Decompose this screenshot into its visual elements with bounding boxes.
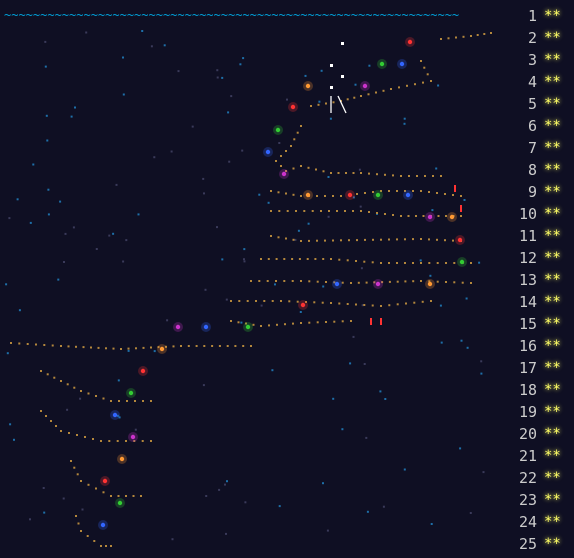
calendar-day-row[interactable]: 3 ** xyxy=(0,49,574,71)
calendar-day-row[interactable]: 12 ** xyxy=(0,247,574,269)
day-stars: ** xyxy=(544,294,561,310)
day-number: 14 xyxy=(518,293,537,311)
day-stars: ** xyxy=(544,30,561,46)
day-number: 6 xyxy=(527,117,537,135)
calendar-day-row[interactable]: 18 ** xyxy=(0,379,574,401)
day-number: 19 xyxy=(518,403,537,421)
day-stars: ** xyxy=(544,118,561,134)
calendar-day-row[interactable]: 22 ** xyxy=(0,467,574,489)
day-number: 21 xyxy=(518,447,537,465)
day-number: 17 xyxy=(518,359,537,377)
day-number: 7 xyxy=(527,139,537,157)
day-number: 22 xyxy=(518,469,537,487)
day-number: 1 xyxy=(527,7,537,25)
day-number: 18 xyxy=(518,381,537,399)
day-stars: ** xyxy=(544,8,561,24)
day-stars: ** xyxy=(544,426,561,442)
calendar-day-row[interactable]: 15 ** xyxy=(0,313,574,335)
calendar-day-row[interactable]: 16 ** xyxy=(0,335,574,357)
calendar-day-row[interactable]: 25 ** xyxy=(0,533,574,555)
day-stars: ** xyxy=(544,184,561,200)
day-stars: ** xyxy=(544,492,561,508)
calendar-day-row[interactable]: 13 ** xyxy=(0,269,574,291)
calendar-day-row[interactable]: 20 ** xyxy=(0,423,574,445)
day-number: 9 xyxy=(527,183,537,201)
day-number: 5 xyxy=(527,95,537,113)
day-number: 4 xyxy=(527,73,537,91)
day-stars: ** xyxy=(544,470,561,486)
calendar-day-row[interactable]: 24 ** xyxy=(0,511,574,533)
day-stars: ** xyxy=(544,228,561,244)
day-stars: ** xyxy=(544,338,561,354)
day-stars: ** xyxy=(544,404,561,420)
day-number: 2 xyxy=(527,29,537,47)
calendar-day-row[interactable]: 5 ** xyxy=(0,93,574,115)
day-number: 25 xyxy=(518,535,537,553)
day-stars: ** xyxy=(544,140,561,156)
day-number: 16 xyxy=(518,337,537,355)
calendar-day-row[interactable]: 9 ** xyxy=(0,181,574,203)
day-number: 11 xyxy=(518,227,537,245)
day-stars: ** xyxy=(544,272,561,288)
day-number: 20 xyxy=(518,425,537,443)
day-number: 23 xyxy=(518,491,537,509)
calendar-day-row[interactable]: 2 ** xyxy=(0,27,574,49)
day-number: 3 xyxy=(527,51,537,69)
day-number: 13 xyxy=(518,271,537,289)
day-number: 24 xyxy=(518,513,537,531)
day-stars: ** xyxy=(544,316,561,332)
day-stars: ** xyxy=(544,162,561,178)
calendar-day-row[interactable]: 10 ** xyxy=(0,203,574,225)
calendar-day-row[interactable]: 23 ** xyxy=(0,489,574,511)
calendar-day-row[interactable]: 8 ** xyxy=(0,159,574,181)
day-stars: ** xyxy=(544,448,561,464)
day-stars: ** xyxy=(544,206,561,222)
calendar-day-row[interactable]: 4 ** xyxy=(0,71,574,93)
day-stars: ** xyxy=(544,536,561,552)
calendar-day-row[interactable]: 17 ** xyxy=(0,357,574,379)
day-number: 10 xyxy=(518,205,537,223)
day-stars: ** xyxy=(544,52,561,68)
calendar-day-row[interactable]: 7 ** xyxy=(0,137,574,159)
day-number: 12 xyxy=(518,249,537,267)
advent-calendar: ~~~~~~~~~~~~~~~~~~~~~~~~~~~~~~~~~~~~~~~~… xyxy=(0,0,574,558)
calendar-day-row[interactable]: 21 ** xyxy=(0,445,574,467)
day-stars: ** xyxy=(544,74,561,90)
day-stars: ** xyxy=(544,96,561,112)
calendar-day-row[interactable]: 14 ** xyxy=(0,291,574,313)
day-number: 15 xyxy=(518,315,537,333)
day-number: 8 xyxy=(527,161,537,179)
calendar-day-row[interactable]: 6 ** xyxy=(0,115,574,137)
calendar-day-row[interactable]: 19 ** xyxy=(0,401,574,423)
day-stars: ** xyxy=(544,360,561,376)
day-stars: ** xyxy=(544,514,561,530)
calendar-day-row[interactable]: 1 ** xyxy=(0,5,574,27)
day-stars: ** xyxy=(544,250,561,266)
calendar-day-row[interactable]: 11 ** xyxy=(0,225,574,247)
day-stars: ** xyxy=(544,382,561,398)
